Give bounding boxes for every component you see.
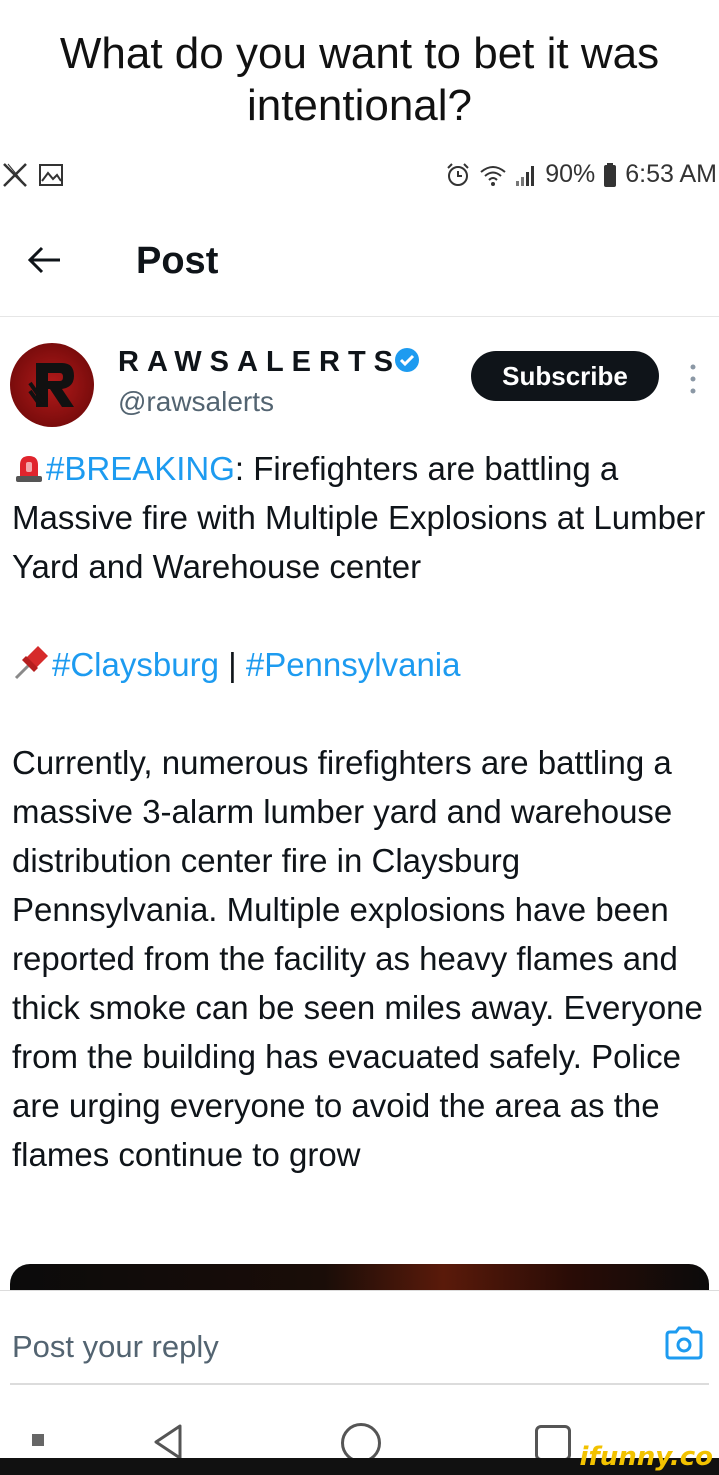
post-text-breaking: #BREAKING: Firefighters are battling a M…	[12, 444, 712, 591]
hashtag-pennsylvania[interactable]: #Pennsylvania	[246, 646, 461, 683]
signal-icon	[516, 165, 535, 186]
divider	[10, 1383, 709, 1385]
rawsalerts-logo-icon	[28, 363, 74, 407]
image-icon	[39, 164, 63, 186]
verified-badge-icon	[395, 348, 419, 372]
hashtag-claysburg[interactable]: #Claysburg	[52, 646, 219, 683]
reply-input[interactable]: Post your reply	[12, 1329, 219, 1365]
caption-line-2: intentional?	[246, 81, 473, 130]
x-logo-icon	[3, 163, 27, 187]
battery-icon	[604, 162, 617, 187]
wifi-icon	[480, 165, 506, 186]
nav-home-icon[interactable]	[341, 1423, 381, 1463]
alarm-icon	[447, 162, 469, 186]
siren-emoji-icon	[16, 456, 42, 482]
post-text-locations: #Claysburg | #Pennsylvania	[12, 640, 712, 689]
post-body: Currently, numerous firefighters are bat…	[12, 744, 703, 1173]
pushpin-emoji-icon	[14, 646, 48, 680]
more-options-icon[interactable]	[683, 360, 703, 400]
clock: 6:53 AM	[625, 160, 717, 188]
nav-recents-icon[interactable]	[535, 1425, 571, 1461]
status-right: 90% 6:53 AM	[445, 160, 717, 189]
hashtag-separator: |	[218, 646, 246, 683]
camera-icon[interactable]	[664, 1325, 704, 1361]
avatar[interactable]	[10, 343, 94, 427]
meme-caption: What do you want to bet it was intention…	[0, 28, 719, 132]
reply-bar: Post your reply	[0, 1290, 719, 1387]
nav-back-icon[interactable]	[150, 1423, 186, 1461]
post-header: Post	[0, 220, 719, 317]
back-arrow-icon[interactable]	[24, 240, 64, 280]
status-left	[2, 162, 64, 188]
caption-line-1: What do you want to bet it was	[59, 29, 660, 78]
author-handle[interactable]: @rawsalerts	[118, 386, 274, 418]
page-title: Post	[136, 240, 219, 282]
status-bar: 90% 6:53 AM	[0, 158, 719, 198]
ifunny-watermark: ifunny.co	[579, 1442, 713, 1472]
hashtag-breaking[interactable]: #BREAKING	[46, 450, 235, 487]
nav-menu-icon[interactable]	[32, 1434, 44, 1446]
author-name[interactable]: RAWSALERTS	[118, 346, 401, 379]
battery-percent: 90%	[545, 160, 596, 188]
subscribe-button[interactable]: Subscribe	[471, 351, 659, 401]
